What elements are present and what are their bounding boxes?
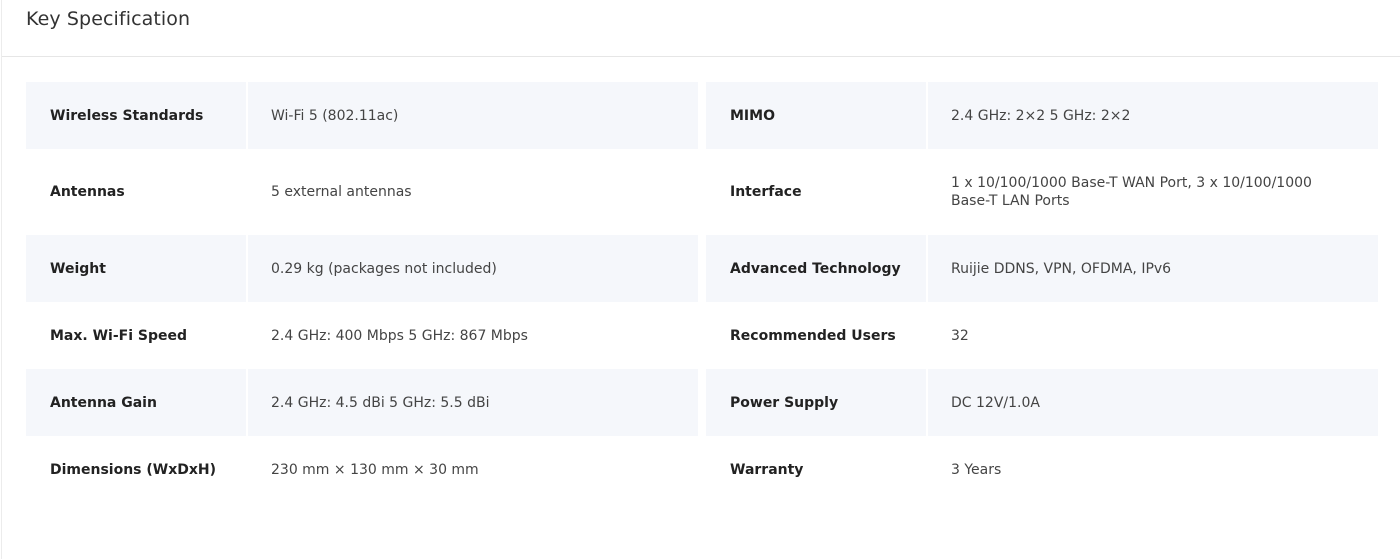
- spec-cell-pair: Max. Wi-Fi Speed 2.4 GHz: 400 Mbps 5 GHz…: [26, 302, 698, 369]
- spec-value: 2.4 GHz: 400 Mbps 5 GHz: 867 Mbps: [271, 327, 528, 344]
- spec-cell-pair: Wireless Standards Wi-Fi 5 (802.11ac): [26, 82, 698, 149]
- spec-cell-pair: Antennas 5 external antennas: [26, 149, 698, 235]
- spec-cell-pair: Weight 0.29 kg (packages not included): [26, 235, 698, 302]
- spec-value: 3 Years: [951, 461, 1002, 478]
- spec-value: 230 mm × 130 mm × 30 mm: [271, 461, 479, 478]
- spec-label: MIMO: [730, 107, 775, 124]
- spec-value: 1 x 10/100/1000 Base-T WAN Port, 3 x 10/…: [951, 175, 1312, 209]
- key-specification-panel: Key Specification Wireless Standards Wi-…: [1, 0, 1400, 559]
- spec-value: Ruijie DDNS, VPN, OFDMA, IPv6: [951, 260, 1172, 277]
- spec-label: Interface: [730, 184, 802, 200]
- spec-row: Max. Wi-Fi Speed 2.4 GHz: 400 Mbps 5 GHz…: [26, 302, 1379, 369]
- spec-row: Wireless Standards Wi-Fi 5 (802.11ac) MI…: [26, 82, 1379, 149]
- spec-row: Dimensions (WxDxH) 230 mm × 130 mm × 30 …: [26, 436, 1379, 503]
- spec-label: Dimensions (WxDxH): [50, 461, 217, 478]
- spec-cell-pair: MIMO 2.4 GHz: 2×2 5 GHz: 2×2: [706, 82, 1378, 149]
- spec-value: 32: [951, 327, 969, 344]
- spec-label: Antennas: [50, 184, 125, 200]
- section-title: Key Specification: [26, 8, 191, 30]
- spec-row: Antenna Gain 2.4 GHz: 4.5 dBi 5 GHz: 5.5…: [26, 369, 1379, 436]
- spec-row: Antennas 5 external antennas Interface 1…: [26, 149, 1379, 235]
- spec-value: 2.4 GHz: 2×2 5 GHz: 2×2: [951, 107, 1131, 124]
- spec-label: Wireless Standards: [50, 107, 204, 124]
- spec-cell-pair: Power Supply DC 12V/1.0A: [706, 369, 1378, 436]
- spec-value: 2.4 GHz: 4.5 dBi 5 GHz: 5.5 dBi: [271, 394, 490, 411]
- spec-label: Antenna Gain: [50, 394, 157, 411]
- spec-cell-pair: Dimensions (WxDxH) 230 mm × 130 mm × 30 …: [26, 436, 698, 503]
- spec-label: Recommended Users: [730, 327, 896, 344]
- spec-label: Advanced Technology: [730, 260, 901, 277]
- spec-label: Power Supply: [730, 394, 839, 411]
- spec-value: 5 external antennas: [271, 184, 412, 200]
- spec-value: Wi-Fi 5 (802.11ac): [271, 107, 399, 124]
- spec-cell-pair: Interface 1 x 10/100/1000 Base-T WAN Por…: [706, 149, 1378, 235]
- spec-cell-pair: Antenna Gain 2.4 GHz: 4.5 dBi 5 GHz: 5.5…: [26, 369, 698, 436]
- spec-cell-pair: Recommended Users 32: [706, 302, 1378, 369]
- spec-label: Warranty: [730, 461, 804, 478]
- spec-table: Wireless Standards Wi-Fi 5 (802.11ac) MI…: [26, 82, 1379, 503]
- spec-cell-pair: Warranty 3 Years: [706, 436, 1378, 503]
- spec-value: DC 12V/1.0A: [951, 394, 1040, 411]
- spec-label: Max. Wi-Fi Speed: [50, 327, 188, 344]
- spec-cell-pair: Advanced Technology Ruijie DDNS, VPN, OF…: [706, 235, 1378, 302]
- spec-value: 0.29 kg (packages not included): [271, 260, 497, 277]
- panel-header: Key Specification: [2, 0, 1400, 57]
- spec-label: Weight: [50, 260, 106, 277]
- spec-row: Weight 0.29 kg (packages not included) A…: [26, 235, 1379, 302]
